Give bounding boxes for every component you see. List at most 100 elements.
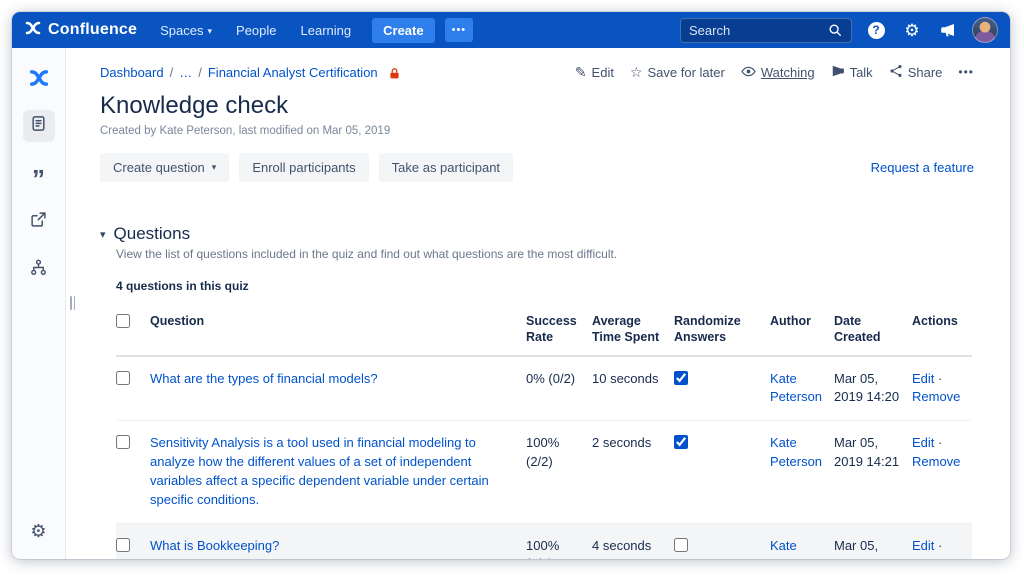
success-rate: 0% (0/2) bbox=[526, 355, 592, 422]
page-header-row: Dashboard / … / Financial Analyst Certif… bbox=[100, 64, 974, 80]
sidebar-item-quotes[interactable]: ” bbox=[23, 158, 55, 195]
take-as-participant-button[interactable]: Take as participant bbox=[378, 153, 514, 182]
save-for-later-button[interactable]: ☆ Save for later bbox=[630, 65, 725, 80]
export-icon bbox=[30, 211, 47, 233]
page-title: Knowledge check bbox=[100, 92, 289, 119]
eye-icon bbox=[741, 65, 756, 80]
randomize-checkbox[interactable] bbox=[674, 435, 688, 450]
quiz-count-label: 4 questions in this quiz bbox=[116, 279, 249, 293]
date-created: Mar 05, 2019 14:21 bbox=[834, 420, 912, 524]
confluence-logo-icon bbox=[24, 19, 42, 42]
chevron-down-icon: ▾ bbox=[207, 25, 213, 36]
success-rate: 100% (2/2) bbox=[526, 420, 592, 524]
avg-time: 2 seconds bbox=[592, 420, 674, 524]
talk-button[interactable]: Talk bbox=[831, 64, 873, 80]
nav-learning[interactable]: Learning bbox=[292, 18, 361, 43]
edit-page-button[interactable]: ✎ Edit bbox=[575, 65, 614, 80]
table-header-row: Question Success Rate Average Time Spent… bbox=[116, 305, 972, 357]
enroll-participants-button[interactable]: Enroll participants bbox=[239, 153, 369, 182]
page-more-actions-button[interactable]: ••• bbox=[958, 65, 974, 79]
table-row: What is Bookkeeping? 100% (1/1) 4 second… bbox=[116, 523, 972, 559]
breadcrumb-space[interactable]: Financial Analyst Certification bbox=[208, 65, 378, 80]
top-navbar: Confluence Spaces ▾ People Learning Crea… bbox=[12, 12, 1010, 48]
section-collapse-chevron-icon[interactable]: ▾ bbox=[100, 228, 106, 241]
pencil-icon: ✎ bbox=[574, 64, 587, 80]
question-link[interactable]: What is Bookkeeping? bbox=[150, 538, 279, 553]
help-icon[interactable]: ? bbox=[864, 18, 888, 42]
nav-spaces[interactable]: Spaces ▾ bbox=[151, 18, 221, 43]
main-content: Dashboard / … / Financial Analyst Certif… bbox=[66, 48, 1010, 559]
create-question-button[interactable]: Create question ▾ bbox=[100, 153, 230, 182]
avg-time: 10 seconds bbox=[592, 355, 674, 422]
question-link[interactable]: Sensitivity Analysis is a tool used in f… bbox=[150, 435, 489, 507]
sidebar-item-pages[interactable] bbox=[22, 110, 55, 142]
nav-more-button[interactable]: ••• bbox=[444, 18, 474, 42]
remove-link[interactable]: Remove bbox=[912, 454, 960, 469]
col-header-question: Question bbox=[150, 305, 526, 357]
breadcrumb-separator: / bbox=[169, 64, 174, 80]
col-header-average-time: Average Time Spent bbox=[592, 305, 674, 357]
col-header-randomize: Randomize Answers bbox=[674, 305, 770, 357]
watching-button[interactable]: Watching bbox=[741, 65, 815, 80]
actions-separator: · bbox=[938, 435, 943, 451]
space-settings-gear-icon[interactable]: ⚙ bbox=[23, 515, 55, 547]
talk-megaphone-icon bbox=[831, 64, 845, 80]
edit-link[interactable]: Edit bbox=[912, 538, 934, 553]
author-link[interactable]: Kate Peterson bbox=[770, 435, 822, 469]
edit-link[interactable]: Edit bbox=[912, 435, 934, 450]
nav-people[interactable]: People bbox=[227, 18, 285, 43]
restrictions-lock-icon[interactable] bbox=[388, 67, 401, 80]
journal-icon bbox=[30, 115, 47, 137]
app-window: Confluence Spaces ▾ People Learning Crea… bbox=[12, 12, 1010, 559]
remove-link[interactable]: Remove bbox=[912, 389, 960, 404]
col-header-success-rate: Success Rate bbox=[526, 305, 592, 357]
sidebar-confluence-logo-icon[interactable] bbox=[23, 62, 55, 94]
remove-link[interactable]: Remove bbox=[912, 556, 960, 559]
questions-table-body: What are the types of financial models? … bbox=[116, 355, 972, 559]
edit-link[interactable]: Edit bbox=[912, 371, 934, 386]
author-link[interactable]: Kate Peterson bbox=[770, 538, 822, 559]
row-select-checkbox[interactable] bbox=[116, 435, 130, 450]
randomize-checkbox[interactable] bbox=[674, 370, 688, 385]
section-title: Questions bbox=[113, 224, 191, 243]
tree-icon bbox=[30, 259, 47, 281]
star-icon: ☆ bbox=[629, 64, 643, 80]
share-button[interactable]: Share bbox=[889, 64, 942, 80]
select-all-checkbox[interactable] bbox=[116, 314, 130, 328]
table-row: Sensitivity Analysis is a tool used in f… bbox=[116, 420, 972, 524]
sidebar-item-hierarchy[interactable] bbox=[23, 254, 55, 286]
search-box[interactable] bbox=[680, 17, 852, 43]
create-button[interactable]: Create bbox=[372, 17, 435, 43]
share-icon bbox=[889, 64, 903, 80]
date-created: Mar 05, 2019 14:20 bbox=[834, 355, 912, 422]
quiz-toolbar: Create question ▾ Enroll participants Ta… bbox=[100, 153, 974, 182]
confluence-home-link[interactable]: Confluence bbox=[24, 19, 137, 42]
col-header-author: Author bbox=[770, 305, 834, 357]
breadcrumb-separator: / bbox=[198, 64, 202, 80]
date-created: Mar 05, 2019 14:21 bbox=[834, 523, 912, 559]
breadcrumb-dashboard[interactable]: Dashboard bbox=[100, 65, 164, 80]
question-link[interactable]: What are the types of financial models? bbox=[150, 371, 378, 386]
questions-section: ▾ Questions View the list of questions i… bbox=[100, 224, 974, 559]
page-byline: Created by Kate Peterson, last modified … bbox=[100, 125, 391, 137]
row-select-checkbox[interactable] bbox=[116, 537, 130, 552]
request-feature-link[interactable]: Request a feature bbox=[871, 160, 974, 175]
questions-section-header[interactable]: ▾ Questions bbox=[100, 224, 974, 244]
user-avatar[interactable] bbox=[972, 17, 998, 43]
col-header-actions: Actions bbox=[912, 305, 972, 357]
search-input[interactable] bbox=[689, 22, 827, 38]
breadcrumb-ellipsis[interactable]: … bbox=[179, 65, 192, 80]
questions-table: Question Success Rate Average Time Spent… bbox=[116, 305, 972, 559]
section-description: View the list of questions included in t… bbox=[116, 247, 618, 261]
author-link[interactable]: Kate Peterson bbox=[770, 371, 822, 405]
actions-separator: · bbox=[938, 537, 943, 553]
announcement-megaphone-icon[interactable] bbox=[936, 18, 960, 42]
row-select-checkbox[interactable] bbox=[116, 370, 130, 385]
randomize-checkbox[interactable] bbox=[674, 537, 688, 552]
sidebar-item-export[interactable] bbox=[23, 206, 55, 238]
search-icon[interactable] bbox=[827, 22, 843, 38]
settings-gear-icon[interactable]: ⚙ bbox=[900, 18, 924, 42]
success-rate: 100% (1/1) bbox=[526, 523, 592, 559]
quote-icon: ” bbox=[32, 164, 45, 195]
navbar-right: ? ⚙ bbox=[680, 17, 998, 43]
